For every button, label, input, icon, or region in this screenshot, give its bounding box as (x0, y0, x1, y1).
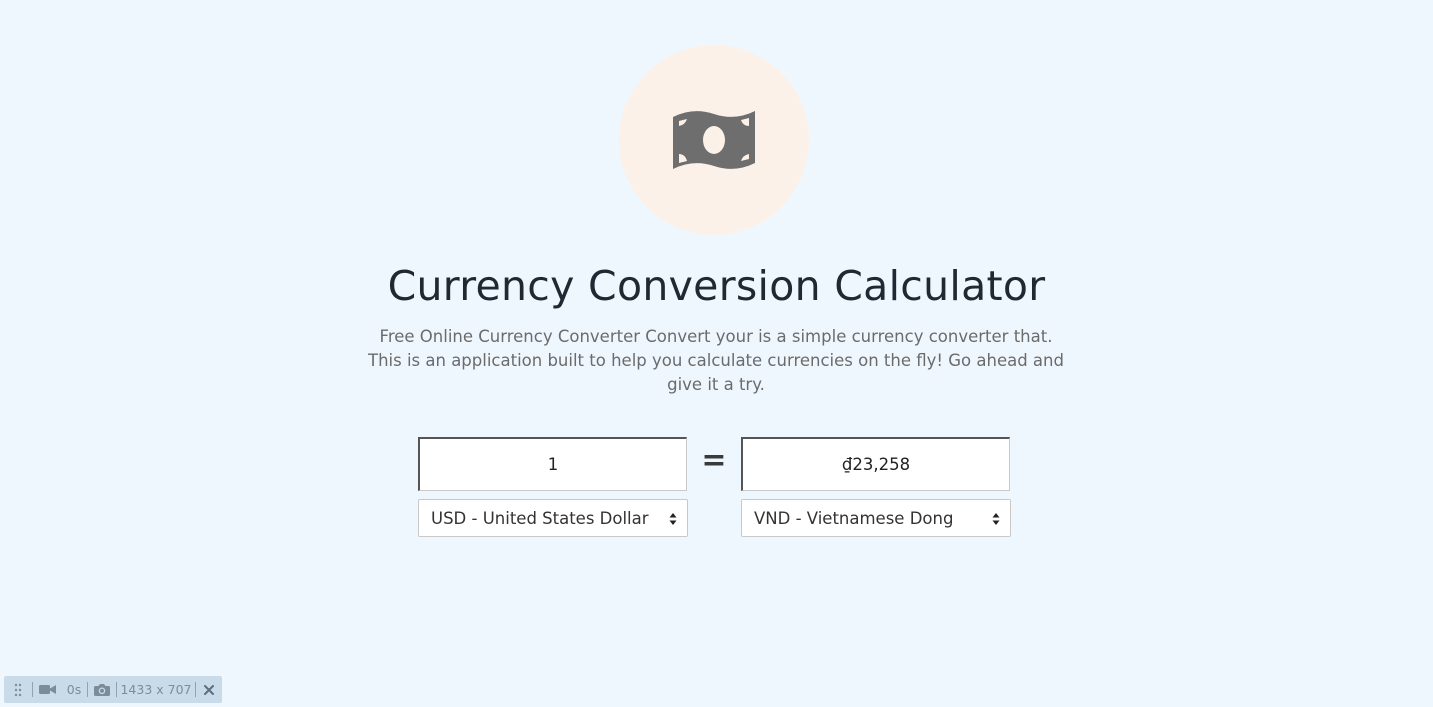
page: Currency Conversion Calculator Free Onli… (0, 0, 1433, 707)
page-title: Currency Conversion Calculator (387, 262, 1046, 310)
drag-handle-icon[interactable] (4, 676, 32, 703)
equals-sign: = (701, 443, 727, 478)
video-camera-icon[interactable] (33, 676, 61, 703)
from-amount-input[interactable] (418, 437, 687, 491)
page-description: Free Online Currency Converter Convert y… (368, 327, 1064, 394)
from-currency-value: USD - United States Dollar (431, 508, 649, 528)
hero-circle (619, 45, 809, 235)
screen-dimensions: 1433 x 707 (120, 682, 192, 697)
to-currency-value: VND - Vietnamese Dong (754, 508, 954, 528)
recording-timer: 0s (66, 682, 82, 697)
select-arrows-icon (669, 513, 677, 525)
camera-icon[interactable] (88, 676, 116, 703)
money-bill-icon (673, 111, 755, 169)
screen-recorder-toolbar: 0s 1433 x 707 (4, 676, 222, 703)
close-icon[interactable] (196, 676, 222, 703)
to-currency-select[interactable]: VND - Vietnamese Dong (741, 499, 1011, 537)
to-amount-input[interactable] (741, 437, 1010, 491)
from-currency-select[interactable]: USD - United States Dollar (418, 499, 688, 537)
select-arrows-icon (992, 513, 1000, 525)
